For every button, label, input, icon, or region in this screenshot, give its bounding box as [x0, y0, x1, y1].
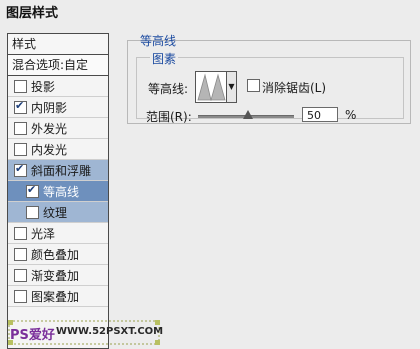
style-item-label: 内阴影 [31, 100, 68, 115]
group-title: 图素 [150, 50, 179, 67]
dialog-title: 图层样式 [6, 6, 59, 21]
style-item-contour[interactable]: 等高线 [8, 181, 108, 202]
contour-label: 等高线: [148, 82, 189, 96]
style-item-color-overlay[interactable]: 颜色叠加 [8, 244, 108, 265]
style-item-label: 斜面和浮雕 [31, 163, 92, 178]
checkbox[interactable] [14, 121, 27, 135]
checkbox[interactable] [14, 289, 27, 303]
checkbox[interactable] [26, 183, 39, 198]
style-item-bevel-emboss[interactable]: 斜面和浮雕 [8, 160, 108, 181]
styles-header[interactable]: 样式 [8, 34, 108, 55]
style-item-texture[interactable]: 纹理 [8, 202, 108, 223]
range-unit: % [345, 108, 357, 122]
style-item-label: 图案叠加 [31, 289, 80, 304]
watermark-url: WWW.52PSXT.COM [56, 326, 164, 337]
style-item-label: 渐变叠加 [31, 268, 80, 283]
style-item-inner-glow[interactable]: 内发光 [8, 139, 108, 160]
style-item-outer-glow[interactable]: 外发光 [8, 118, 108, 139]
checkbox[interactable] [14, 162, 27, 177]
checkbox[interactable] [14, 79, 27, 93]
style-item-inner-shadow[interactable]: 内阴影 [8, 97, 108, 118]
blend-options-item[interactable]: 混合选项:自定 [8, 55, 108, 76]
contour-picker[interactable]: ▼ [195, 71, 237, 103]
style-item-gradient-overlay[interactable]: 渐变叠加 [8, 265, 108, 286]
style-item-label: 投影 [31, 79, 56, 94]
contour-curve-icon [197, 73, 226, 101]
chevron-down-icon[interactable]: ▼ [226, 72, 236, 102]
style-item-label: 内发光 [31, 142, 68, 157]
checkbox[interactable] [14, 268, 27, 282]
style-item-label: 外发光 [31, 121, 68, 136]
style-item-label: 颜色叠加 [31, 247, 80, 262]
checkbox[interactable] [26, 205, 39, 219]
checkbox[interactable] [14, 142, 27, 156]
checkbox[interactable] [14, 226, 27, 240]
styles-list: 样式 混合选项:自定 投影 内阴影 外发光 内发光 斜面和浮雕 等高线 纹理 光… [7, 33, 109, 349]
watermark-logo: PS爱好 [10, 328, 55, 343]
style-item-drop-shadow[interactable]: 投影 [8, 76, 108, 97]
antialias-label: 消除锯齿(L) [262, 81, 327, 95]
antialias-checkbox[interactable] [247, 79, 260, 92]
style-item-label: 纹理 [43, 205, 68, 220]
style-item-satin[interactable]: 光泽 [8, 223, 108, 244]
range-input[interactable]: 50 [302, 107, 338, 122]
range-slider-thumb[interactable] [243, 110, 253, 119]
checkbox[interactable] [14, 99, 27, 114]
style-item-label: 光泽 [31, 226, 56, 241]
style-item-label: 等高线 [43, 184, 80, 199]
style-item-pattern-overlay[interactable]: 图案叠加 [8, 286, 108, 307]
section-title: 等高线 [140, 34, 177, 48]
range-label: 范围(R): [146, 110, 192, 124]
checkbox[interactable] [14, 247, 27, 261]
